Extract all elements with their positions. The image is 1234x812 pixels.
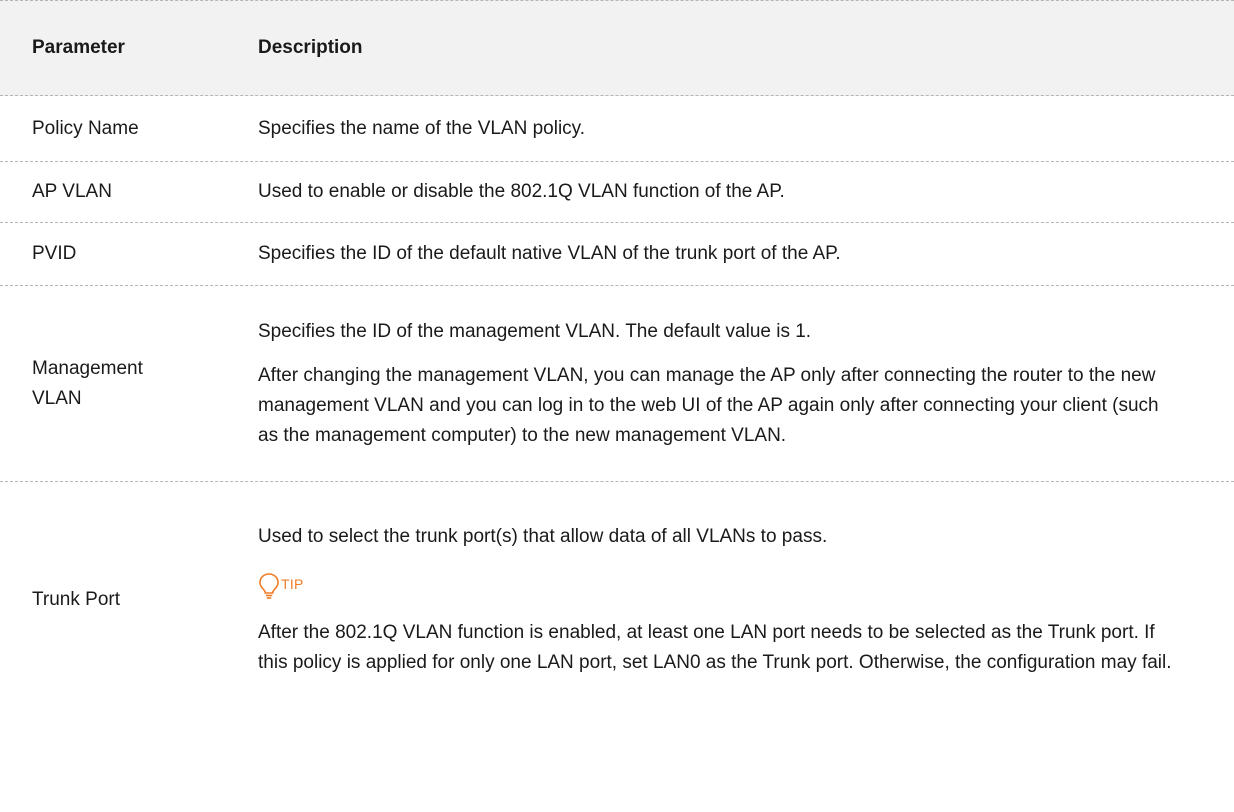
table-row: Policy Name Specifies the name of the VL…: [0, 96, 1234, 162]
table-row: AP VLAN Used to enable or disable the 80…: [0, 162, 1234, 223]
description-text: After the 802.1Q VLAN function is enable…: [258, 622, 1172, 673]
description-cell: Specifies the ID of the management VLAN.…: [258, 317, 1234, 451]
description-text: Specifies the ID of the management VLAN.…: [258, 320, 812, 342]
parameter-cell: PVID: [32, 243, 77, 264]
tip-callout: TIP: [258, 568, 1174, 600]
table-row: PVID Specifies the ID of the default nat…: [0, 223, 1234, 286]
parameter-cell: AP VLAN: [32, 181, 112, 202]
description-cell: Used to enable or disable the 802.1Q VLA…: [258, 177, 1234, 207]
parameter-cell: Policy Name: [32, 117, 139, 139]
table-row: Management VLAN Specifies the ID of the …: [0, 286, 1234, 482]
description-cell: Used to select the trunk port(s) that al…: [258, 522, 1234, 678]
parameter-cell: Trunk Port: [32, 589, 120, 610]
description-cell: Specifies the name of the VLAN policy.: [258, 114, 1234, 144]
description-text: Specifies the name of the VLAN policy.: [258, 117, 586, 139]
description-cell: Specifies the ID of the default native V…: [258, 239, 1234, 269]
header-description: Description: [258, 37, 363, 58]
parameter-table: Parameter Description Policy Name Specif…: [0, 0, 1234, 718]
parameter-cell: Management VLAN: [32, 357, 143, 409]
lightbulb-icon: [258, 572, 280, 600]
tip-label: TIP: [281, 576, 304, 592]
table-row: Trunk Port Used to select the trunk port…: [0, 482, 1234, 718]
description-text: Used to enable or disable the 802.1Q VLA…: [258, 181, 785, 202]
description-text: After changing the management VLAN, you …: [258, 364, 1159, 446]
description-text: Used to select the trunk port(s) that al…: [258, 526, 828, 547]
description-text: Specifies the ID of the default native V…: [258, 243, 841, 264]
table-header: Parameter Description: [0, 0, 1234, 96]
header-parameter: Parameter: [32, 37, 125, 58]
